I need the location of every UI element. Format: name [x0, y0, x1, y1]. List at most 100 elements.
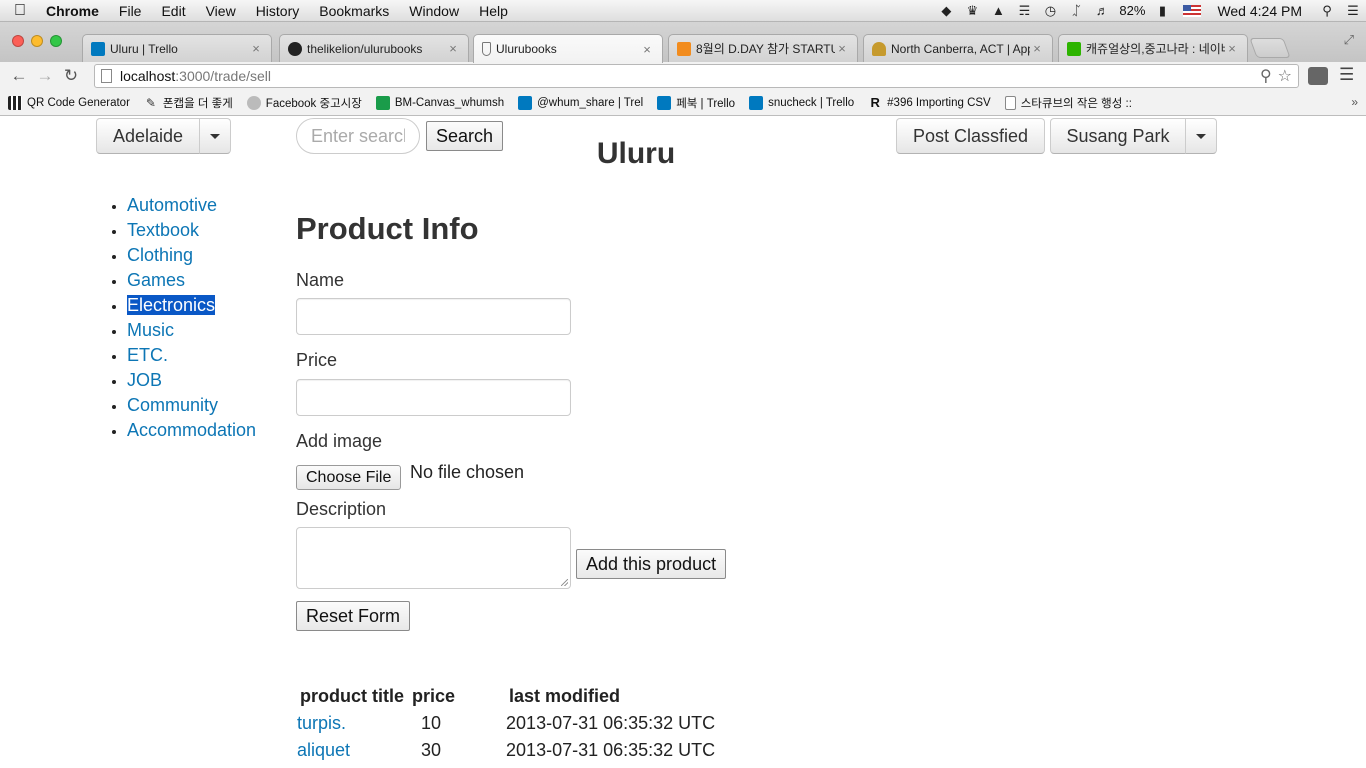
product-modified-cell: 2013-07-31 06:35:32 UTC — [506, 739, 716, 760]
name-input[interactable] — [296, 298, 571, 335]
gear-icon — [246, 95, 261, 110]
close-tab-icon[interactable]: × — [446, 41, 460, 56]
name-label: Name — [296, 270, 345, 290]
evernote-extension-icon[interactable] — [1308, 67, 1328, 85]
reset-form-button[interactable]: Reset Form — [296, 601, 411, 631]
tab-ulurubooks[interactable]: Ulurubooks × — [473, 34, 663, 63]
menu-history[interactable]: History — [246, 0, 310, 22]
category-link[interactable]: JOB — [127, 370, 162, 390]
bookmark-starcube[interactable]: 스타큐브의 작은 행성 :: — [1004, 95, 1132, 111]
tab-title: Uluru | Trello — [110, 41, 178, 56]
naver-icon — [1067, 41, 1081, 56]
bookmark-facebook-market[interactable]: Facebook 중고시장 — [246, 95, 362, 111]
menu-app-chrome[interactable]: Chrome — [40, 0, 109, 22]
tab-north-canberra[interactable]: North Canberra, ACT | App × — [863, 34, 1053, 62]
url-path: :3000/trade/sell — [175, 68, 271, 84]
user-caret-button[interactable] — [1185, 118, 1217, 154]
post-classified-button[interactable]: Post Classfied — [896, 118, 1045, 154]
close-tab-icon[interactable]: × — [835, 41, 849, 56]
user-button[interactable]: Susang Park — [1050, 118, 1186, 154]
product-title-cell: aliquet — [296, 736, 408, 763]
evernote-icon[interactable]: ♛ — [959, 3, 985, 19]
tab-naver-cafe[interactable]: 캐쥬얼상의,중고나라 : 네이버 카 × — [1058, 34, 1248, 62]
apple-icon[interactable]:  — [0, 2, 40, 20]
tab-title: North Canberra, ACT | App — [891, 41, 1030, 56]
choose-file-button[interactable]: Choose File — [296, 465, 402, 490]
minimize-window-button[interactable] — [31, 35, 43, 47]
hat-icon[interactable]: ▲ — [985, 3, 1011, 18]
price-label: Price — [296, 350, 338, 370]
menu-window[interactable]: Window — [399, 0, 469, 22]
document-icon — [1004, 95, 1016, 110]
tab-github-ulurubooks[interactable]: thelikelion/ulurubooks × — [279, 34, 469, 62]
bookmark-label: @whum_share | Trel — [537, 96, 644, 109]
bookmark-railscasts-396[interactable]: R #396 Importing CSV — [868, 95, 990, 110]
wifi-icon[interactable]: ☴ — [1011, 3, 1037, 19]
menubar-clock[interactable]: Wed 4:24 PM — [1209, 3, 1314, 19]
new-tab-button[interactable] — [1249, 38, 1291, 58]
price-input[interactable] — [296, 379, 571, 416]
bookmark-label: snucheck | Trello — [768, 96, 855, 109]
column-header-modified: last modified — [509, 685, 621, 706]
dropbox-icon[interactable]: ◆ — [933, 3, 959, 19]
canberra-icon — [872, 41, 886, 56]
product-link[interactable]: turpis. — [297, 713, 346, 733]
close-tab-icon[interactable]: × — [249, 41, 263, 56]
us-flag-icon[interactable] — [1183, 4, 1202, 17]
qr-icon — [8, 95, 22, 110]
bookmarks-bar: QR Code Generator ✎ 폰캡을 더 좋게 Facebook 중고… — [0, 90, 1366, 116]
tab-dday-startup[interactable]: 8월의 D.DAY 참가 STARTUP × — [668, 34, 858, 62]
bookmark-snucheck-trello[interactable]: snucheck | Trello — [749, 95, 855, 110]
dday-icon — [677, 41, 691, 56]
bookmark-phone-capture[interactable]: ✎ 폰캡을 더 좋게 — [144, 95, 233, 111]
window-controls — [12, 35, 62, 47]
description-textarea[interactable] — [296, 527, 571, 589]
menu-bookmarks[interactable]: Bookmarks — [309, 0, 399, 22]
bluetooth-icon[interactable]: ᛢ — [1063, 3, 1089, 18]
category-link[interactable]: Games — [127, 270, 185, 290]
battery-icon[interactable]: ▮ — [1149, 3, 1175, 19]
category-link[interactable]: Community — [127, 395, 218, 415]
menu-file[interactable]: File — [109, 0, 152, 22]
category-link[interactable]: Accommodation — [127, 420, 256, 440]
category-link[interactable]: Clothing — [127, 245, 193, 265]
category-link[interactable]: ETC. — [127, 345, 168, 365]
category-link-selected[interactable]: Electronics — [127, 295, 216, 315]
tab-uluru-trello[interactable]: Uluru | Trello × — [82, 34, 272, 62]
zoom-icon[interactable]: ⚲ — [1260, 66, 1272, 86]
reload-icon[interactable]: ↻ — [58, 66, 84, 86]
zoom-window-button[interactable] — [50, 35, 62, 47]
time-machine-icon[interactable]: ◷ — [1037, 3, 1063, 19]
tab-title: 캐쥬얼상의,중고나라 : 네이버 카 — [1086, 42, 1225, 56]
category-link[interactable]: Automotive — [127, 195, 217, 215]
address-bar[interactable]: localhost:3000/trade/sell ⚲ ☆ — [94, 64, 1299, 88]
fullscreen-icon[interactable]: ⤢ — [1344, 32, 1354, 48]
bookmark-bm-canvas[interactable]: BM-Canvas_whumsh — [375, 95, 504, 110]
close-tab-icon[interactable]: × — [1225, 41, 1239, 56]
menu-view[interactable]: View — [196, 0, 246, 22]
bookmark-qr-code-generator[interactable]: QR Code Generator — [8, 95, 130, 110]
bookmark-star-icon[interactable]: ☆ — [1278, 66, 1292, 86]
close-tab-icon[interactable]: × — [640, 42, 654, 57]
more-bookmarks-icon[interactable]: » — [1351, 95, 1358, 109]
close-window-button[interactable] — [12, 35, 24, 47]
category-link[interactable]: Textbook — [127, 220, 199, 240]
column-header-price: price — [412, 685, 456, 706]
add-product-button[interactable]: Add this product — [576, 549, 727, 579]
category-link[interactable]: Music — [127, 320, 174, 340]
back-arrow-icon[interactable]: ← — [6, 66, 32, 86]
product-table: product title price last modified turpis… — [296, 683, 719, 763]
forward-arrow-icon[interactable]: → — [32, 66, 58, 86]
close-tab-icon[interactable]: × — [1030, 41, 1044, 56]
spotlight-icon[interactable]: ⚲ — [1314, 3, 1340, 19]
volume-icon[interactable]: ♬ — [1089, 3, 1115, 18]
bookmark-facebook-trello[interactable]: 페북 | Trello — [657, 95, 735, 111]
url-text[interactable]: localhost:3000/trade/sell — [120, 68, 271, 84]
chrome-menu-icon[interactable]: ☰ — [1339, 65, 1354, 85]
pen-icon: ✎ — [145, 95, 156, 110]
menu-help[interactable]: Help — [469, 0, 518, 22]
menu-edit[interactable]: Edit — [151, 0, 195, 22]
product-link[interactable]: aliquet — [297, 740, 350, 760]
notification-center-icon[interactable]: ☰ — [1340, 3, 1366, 19]
bookmark-whum-share-trello[interactable]: @whum_share | Trel — [518, 95, 644, 110]
